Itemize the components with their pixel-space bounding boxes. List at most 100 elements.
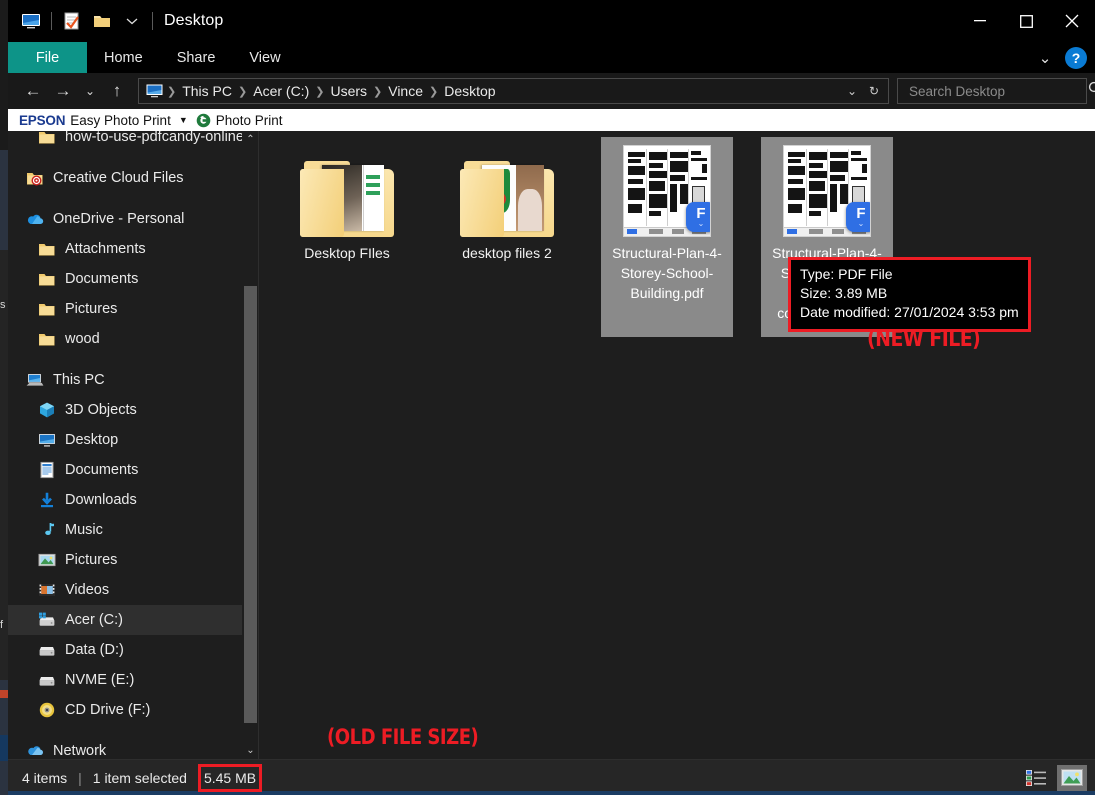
- recent-locations-icon[interactable]: ⌄: [78, 77, 102, 105]
- file-list-area[interactable]: Desktop FIles: [259, 131, 1095, 759]
- epson-product-label[interactable]: Easy Photo Print: [70, 113, 171, 128]
- sidebar-item-this-pc[interactable]: This PC: [8, 365, 259, 395]
- refresh-icon[interactable]: ↻: [864, 84, 884, 98]
- breadcrumb-item-users[interactable]: Users: [326, 83, 371, 99]
- list-item[interactable]: Desktop FIles: [281, 137, 413, 337]
- list-item-label: Structural-Plan-4-Storey-School-Building…: [603, 243, 731, 303]
- chevron-down-icon[interactable]: ▼: [176, 115, 191, 125]
- network-icon: [26, 742, 44, 759]
- photo-print-icon[interactable]: [196, 113, 211, 128]
- sidebar-item-downloads[interactable]: Downloads: [8, 485, 259, 515]
- sidebar-item-attachments[interactable]: Attachments: [8, 234, 259, 264]
- search-input[interactable]: [907, 83, 1088, 100]
- sidebar-item-desktop[interactable]: Desktop: [8, 425, 259, 455]
- item-count-label: 4 items: [22, 770, 67, 786]
- 3d-objects-icon: [38, 401, 56, 419]
- tab-file[interactable]: File: [8, 42, 87, 73]
- breadcrumb-item-desktop[interactable]: Desktop: [440, 83, 499, 99]
- cd-drive-icon: [38, 701, 56, 719]
- sidebar-item-3d-objects[interactable]: 3D Objects: [8, 395, 259, 425]
- breadcrumb[interactable]: ❯ This PC ❯ Acer (C:) ❯ Users ❯ Vince ❯ …: [138, 78, 889, 104]
- sidebar-item-network[interactable]: Network: [8, 736, 259, 759]
- help-button[interactable]: ?: [1065, 47, 1087, 69]
- scroll-up-arrow-icon[interactable]: ⌃: [242, 131, 259, 148]
- sidebar-item-label: CD Drive (F:): [65, 702, 150, 718]
- sidebar-item-documents[interactable]: Documents: [8, 455, 259, 485]
- breadcrumb-item-this-pc[interactable]: This PC: [178, 83, 236, 99]
- search-box[interactable]: [897, 78, 1087, 104]
- toolbar-divider-2: [152, 12, 153, 30]
- pdf-app-badge-icon: F⌄: [686, 202, 711, 232]
- tooltip-type: Type: PDF File: [800, 265, 1019, 284]
- sidebar-item-label: Data (D:): [65, 642, 124, 658]
- new-folder-icon[interactable]: [87, 8, 117, 34]
- sidebar-item-how-to-use-pdfcandy-online[interactable]: how-to-use-pdfcandy-online: [8, 131, 259, 152]
- sidebar-item-pictures[interactable]: Pictures: [8, 294, 259, 324]
- taskbar-accent: [8, 791, 1095, 795]
- navigation-group-gap: [8, 354, 259, 365]
- window-controls: [957, 0, 1095, 42]
- pdf-page-thumbnail: F⌄: [783, 145, 871, 237]
- old-file-size-highlight-box: [198, 764, 262, 792]
- pdf-file-icon: F⌄: [619, 141, 715, 237]
- explorer-body: how-to-use-pdfcandy-online Creative Cloud…: [8, 131, 1095, 759]
- close-button[interactable]: [1049, 0, 1095, 42]
- sidebar-item-cd-drive-f[interactable]: CD Drive (F:): [8, 695, 259, 725]
- sidebar-item-onedrive-personal[interactable]: OneDrive - Personal: [8, 204, 259, 234]
- sidebar-item-documents[interactable]: Documents: [8, 264, 259, 294]
- navigation-group-gap: [8, 725, 259, 736]
- list-item[interactable]: desktop files 2: [441, 137, 573, 337]
- sidebar-item-data-d[interactable]: Data (D:): [8, 635, 259, 665]
- sidebar-item-wood[interactable]: wood: [8, 324, 259, 354]
- sidebar-item-acer-c[interactable]: Acer (C:): [8, 605, 259, 635]
- sidebar-item-creative-cloud-files[interactable]: Creative Cloud Files: [8, 163, 259, 193]
- epson-toolbar: EPSON Easy Photo Print ▼ Photo Print: [8, 109, 1095, 131]
- videos-icon: [38, 581, 56, 599]
- breadcrumb-item-vince[interactable]: Vince: [384, 83, 427, 99]
- folder-icon: [38, 270, 56, 288]
- view-mode-buttons: [1021, 765, 1087, 791]
- forward-button[interactable]: →: [48, 77, 78, 105]
- sidebar-scrollbar[interactable]: ⌃ ⌄: [242, 131, 259, 759]
- navigation-group-gap: [8, 152, 259, 163]
- monitor-icon[interactable]: [16, 8, 46, 34]
- drive-icon: [38, 641, 56, 659]
- chevron-down-icon[interactable]: ⌄: [1029, 49, 1061, 67]
- sidebar-item-label: Network: [53, 743, 106, 759]
- sidebar-item-nvme-e[interactable]: NVME (E:): [8, 665, 259, 695]
- music-icon: [38, 521, 56, 539]
- tab-share[interactable]: Share: [160, 42, 233, 73]
- sidebar-item-label: 3D Objects: [65, 402, 137, 418]
- large-icons-view-icon[interactable]: [1057, 765, 1087, 791]
- scrollbar-thumb[interactable]: [244, 286, 257, 723]
- breadcrumb-dropdown-icon[interactable]: ⌄: [842, 84, 862, 98]
- quick-access-toolbar: [8, 8, 158, 34]
- folder-icon: [38, 131, 56, 146]
- sidebar-item-label: This PC: [53, 372, 105, 388]
- photo-print-label[interactable]: Photo Print: [216, 113, 283, 128]
- maximize-button[interactable]: [1003, 0, 1049, 42]
- tab-view[interactable]: View: [232, 42, 297, 73]
- folder-icon: [38, 300, 56, 318]
- up-button[interactable]: ↑: [102, 77, 132, 105]
- customize-chevron-icon[interactable]: [117, 8, 147, 34]
- list-item[interactable]: F⌄ Structural-Plan-4-Storey-School-Build…: [601, 137, 733, 337]
- status-bar: 4 items | 1 item selected 5.45 MB: [8, 759, 1095, 795]
- tab-home[interactable]: Home: [87, 42, 160, 73]
- breadcrumb-item-acer-c[interactable]: Acer (C:): [249, 83, 313, 99]
- sidebar-item-videos[interactable]: Videos: [8, 575, 259, 605]
- old-file-size-annotation: (OLD FILE SIZE): [327, 725, 478, 749]
- minimize-button[interactable]: [957, 0, 1003, 42]
- scroll-down-arrow-icon[interactable]: ⌄: [242, 742, 259, 759]
- back-button[interactable]: ←: [18, 77, 48, 105]
- this-pc-crumb-icon[interactable]: [143, 84, 165, 98]
- sidebar-item-music[interactable]: Music: [8, 515, 259, 545]
- properties-icon[interactable]: [57, 8, 87, 34]
- details-view-icon[interactable]: [1021, 765, 1051, 791]
- pdf-app-badge-icon: F⌄: [846, 202, 871, 232]
- folder-with-preview-icon: [299, 141, 395, 237]
- this-pc-icon: [26, 371, 44, 389]
- search-icon[interactable]: [1088, 81, 1095, 101]
- breadcrumb-separator: ❯: [165, 85, 178, 98]
- sidebar-item-pictures[interactable]: Pictures: [8, 545, 259, 575]
